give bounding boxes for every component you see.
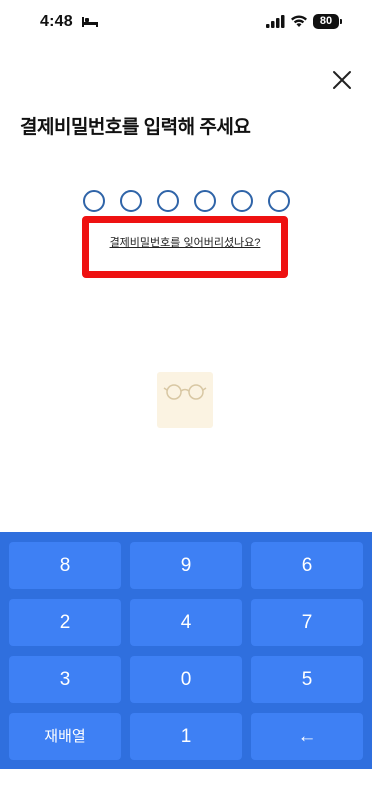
status-time: 4:48 [40,13,73,30]
pin-dot [157,190,179,212]
forgot-password-link[interactable]: 결제비밀번호를 잊어버리셨나요? [89,234,281,250]
key-9[interactable]: 9 [130,542,242,589]
key-3[interactable]: 3 [9,656,121,703]
key-1[interactable]: 1 [130,713,242,760]
battery-nub [340,19,342,24]
pin-dot [120,190,142,212]
key-2[interactable]: 2 [9,599,121,646]
bottom-safe-area [0,769,372,800]
key-6[interactable]: 6 [251,542,363,589]
backspace-key[interactable]: ← [251,713,363,760]
key-4[interactable]: 4 [130,599,242,646]
close-button[interactable] [330,68,354,92]
battery-indicator: 80 [313,14,339,29]
glasses-icon [163,384,207,400]
key-8[interactable]: 8 [9,542,121,589]
pin-dot [83,190,105,212]
key-5[interactable]: 5 [251,656,363,703]
shuffle-key[interactable]: 재배열 [9,713,121,760]
close-icon [333,71,351,89]
watermark-logo [157,372,213,428]
pin-dots [83,190,293,212]
pin-dot [268,190,290,212]
pin-dot [194,190,216,212]
status-bar: 4:48 80 [0,0,372,46]
key-0[interactable]: 0 [130,656,242,703]
page-title: 결제비밀번호를 입력해 주세요 [20,117,251,138]
key-7[interactable]: 7 [251,599,363,646]
pin-dot [231,190,253,212]
secure-keypad: 8 9 6 2 4 7 3 0 5 재배열 1 ← [0,532,372,769]
